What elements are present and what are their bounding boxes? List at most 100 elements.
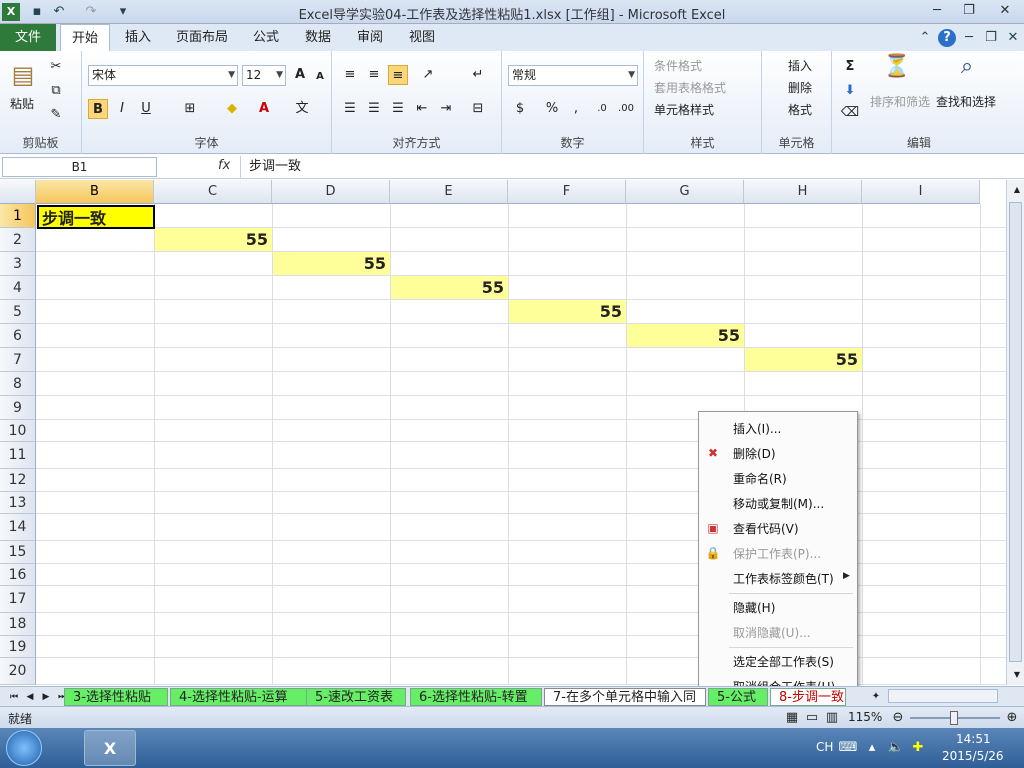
column-header-G[interactable]: G xyxy=(626,180,744,204)
cell-value[interactable]: 55 xyxy=(273,252,390,275)
help-icon[interactable]: ? xyxy=(938,29,956,47)
paste-label[interactable]: 粘贴 xyxy=(10,95,34,112)
cell-value[interactable]: 55 xyxy=(745,348,862,371)
row-header-3[interactable]: 3 xyxy=(0,252,36,276)
fill-icon[interactable]: ⬇ xyxy=(840,81,860,101)
excel-taskbar-icon[interactable]: X xyxy=(84,730,136,766)
zoom-out-icon[interactable]: ⊖ xyxy=(888,708,908,728)
decrease-indent-icon[interactable]: ⇤ xyxy=(412,99,432,119)
sheet-tab[interactable]: 6-选择性粘贴-转置 xyxy=(410,688,542,706)
align-center-icon[interactable]: ☰ xyxy=(364,99,384,119)
row-header-2[interactable]: 2 xyxy=(0,228,36,252)
row-header-16[interactable]: 16 xyxy=(0,564,36,586)
row-header-15[interactable]: 15 xyxy=(0,541,36,564)
scroll-thumb[interactable] xyxy=(1009,202,1022,662)
sheet-tab[interactable]: 7-在多个单元格中输入同 xyxy=(544,688,706,706)
wrap-text-icon[interactable]: ↵ xyxy=(468,65,488,85)
wb-restore-icon[interactable]: ❐ xyxy=(982,29,1000,47)
format-as-table-button[interactable]: 套用表格格式 xyxy=(654,79,726,96)
sort-filter-icon[interactable]: ⏳ xyxy=(882,56,912,85)
tab-insert[interactable]: 插入 xyxy=(118,24,158,51)
row-header-4[interactable]: 4 xyxy=(0,276,36,300)
number-format-combo[interactable]: 常规 ▼ xyxy=(508,65,638,86)
row-header-12[interactable]: 12 xyxy=(0,469,36,492)
align-right-icon[interactable]: ☰ xyxy=(388,99,408,119)
tab-formulas[interactable]: 公式 xyxy=(246,24,286,51)
format-painter-icon[interactable]: ✎ xyxy=(46,105,66,125)
increase-indent-icon[interactable]: ⇥ xyxy=(436,99,456,119)
column-header-F[interactable]: F xyxy=(508,180,626,204)
row-header-9[interactable]: 9 xyxy=(0,396,36,420)
bold-button[interactable]: B xyxy=(88,99,108,119)
row-header-18[interactable]: 18 xyxy=(0,613,36,636)
zoom-level[interactable]: 115% xyxy=(848,710,882,724)
context-menu-item[interactable]: 插入(I)... xyxy=(733,420,781,437)
clock-time[interactable]: 14:51 xyxy=(956,732,991,746)
column-header-I[interactable]: I xyxy=(862,180,980,204)
horizontal-scrollbar[interactable] xyxy=(888,689,998,703)
column-header-H[interactable]: H xyxy=(744,180,862,204)
sheet-tab[interactable]: 3-选择性粘贴 xyxy=(64,688,168,706)
zoom-in-icon[interactable]: ⊕ xyxy=(1002,708,1022,728)
align-left-icon[interactable]: ☰ xyxy=(340,99,360,119)
context-menu-item[interactable]: 重命名(R) xyxy=(733,470,787,487)
row-header-14[interactable]: 14 xyxy=(0,514,36,541)
input-language[interactable]: CH xyxy=(816,740,833,754)
insert-cells-button[interactable]: 插入 xyxy=(788,57,812,74)
font-name-combo[interactable]: 宋体 ▼ xyxy=(88,65,238,86)
align-top-icon[interactable]: ≡ xyxy=(340,65,360,85)
shrink-font-icon[interactable]: A xyxy=(310,67,330,87)
restore-button[interactable]: ❐ xyxy=(956,2,982,20)
clear-icon[interactable]: ⌫ xyxy=(840,103,860,123)
percent-button[interactable]: % xyxy=(542,99,562,119)
insert-function-icon[interactable]: fx xyxy=(218,158,230,173)
format-cells-button[interactable]: 格式 xyxy=(788,101,812,118)
cell-value[interactable]: 55 xyxy=(627,324,744,347)
tab-view[interactable]: 视图 xyxy=(402,24,442,51)
sort-filter-button[interactable]: 排序和筛选 xyxy=(870,93,930,110)
italic-button[interactable]: I xyxy=(112,99,132,119)
font-color-icon[interactable]: A xyxy=(254,99,274,119)
find-select-button[interactable]: 查找和选择 xyxy=(936,93,996,110)
name-box[interactable]: B1 xyxy=(2,157,157,177)
cut-icon[interactable]: ✂ xyxy=(46,57,66,77)
row-header-11[interactable]: 11 xyxy=(0,442,36,469)
row-header-20[interactable]: 20 xyxy=(0,658,36,685)
scroll-up-icon[interactable]: ▲ xyxy=(1007,180,1024,200)
clock-date[interactable]: 2015/5/26 xyxy=(942,749,1004,763)
row-header-5[interactable]: 5 xyxy=(0,300,36,324)
column-header-D[interactable]: D xyxy=(272,180,390,204)
row-header-10[interactable]: 10 xyxy=(0,420,36,442)
sheet-tab[interactable]: 5-公式 xyxy=(708,688,768,706)
page-break-view-icon[interactable]: ▥ xyxy=(822,708,842,728)
column-header-B[interactable]: B xyxy=(36,180,154,204)
align-bottom-icon[interactable]: ≡ xyxy=(388,65,408,85)
tab-review[interactable]: 审阅 xyxy=(350,24,390,51)
row-header-1[interactable]: 1 xyxy=(0,204,36,228)
network-icon[interactable]: ✚ xyxy=(908,738,928,758)
start-button[interactable] xyxy=(6,730,42,766)
underline-button[interactable]: U xyxy=(136,99,156,119)
column-header-E[interactable]: E xyxy=(390,180,508,204)
border-icon[interactable]: ⊞ xyxy=(180,99,200,119)
row-header-6[interactable]: 6 xyxy=(0,324,36,348)
row-header-17[interactable]: 17 xyxy=(0,586,36,613)
sheet-tab[interactable]: 8-步调一致 xyxy=(770,688,846,706)
orientation-icon[interactable]: ↗ xyxy=(418,65,438,85)
binoculars-icon[interactable]: ⌕ xyxy=(952,56,982,85)
conditional-format-button[interactable]: 条件格式 xyxy=(654,57,702,74)
minimize-button[interactable]: ─ xyxy=(924,2,950,20)
cell-value[interactable]: 55 xyxy=(509,300,626,323)
context-menu-item[interactable]: 隐藏(H) xyxy=(733,599,775,616)
collapse-ribbon-icon[interactable]: ⌃ xyxy=(916,29,934,47)
cell-B1[interactable]: 步调一致 xyxy=(37,205,155,229)
grow-font-icon[interactable]: A xyxy=(290,65,310,85)
column-header-C[interactable]: C xyxy=(154,180,272,204)
wb-minimize-icon[interactable]: ─ xyxy=(960,29,978,47)
sheet-tab[interactable]: 5-速改工资表 xyxy=(306,688,406,706)
row-header-8[interactable]: 8 xyxy=(0,372,36,396)
show-hidden-icons-icon[interactable]: ▴ xyxy=(862,738,882,758)
normal-view-icon[interactable]: ▦ xyxy=(782,708,802,728)
align-middle-icon[interactable]: ≡ xyxy=(364,65,384,85)
vertical-scrollbar[interactable]: ▲ ▼ xyxy=(1006,180,1024,685)
